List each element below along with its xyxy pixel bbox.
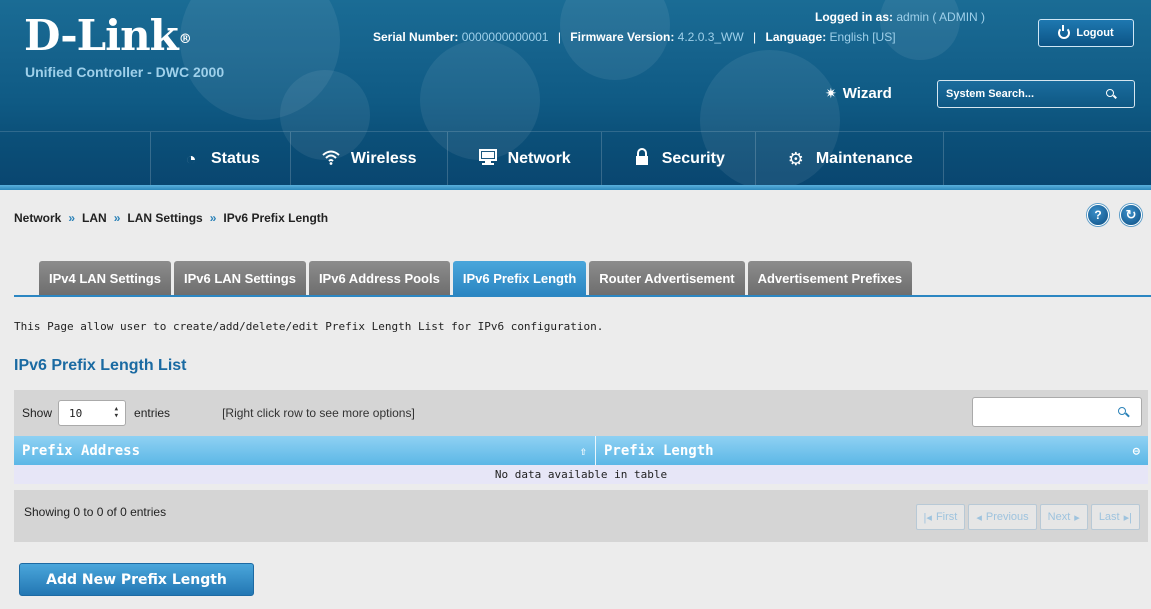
wizard-label: Wizard <box>842 85 892 102</box>
entries-select-value: 10 <box>69 406 83 420</box>
tab-ipv6-lan-settings[interactable]: IPv6 LAN Settings <box>173 261 306 295</box>
tab-ipv4-lan-settings[interactable]: IPv4 LAN Settings <box>39 261 171 295</box>
language-value[interactable]: English [US] <box>830 30 896 44</box>
list-title: IPv6 Prefix Length List <box>14 357 187 374</box>
last-page-button[interactable]: Last ▸| <box>1090 504 1140 530</box>
logged-label: Logged in as: <box>815 10 893 24</box>
serial-value: 0000000000001 <box>461 30 549 44</box>
sort-icon: ⊖ <box>1132 443 1140 458</box>
gauge-icon: ◔ <box>185 148 197 169</box>
last-label: Last <box>1098 511 1120 523</box>
page-description: This Page allow user to create/add/delet… <box>14 320 604 333</box>
previous-page-button[interactable]: ◂ Previous <box>968 504 1037 530</box>
help-icon[interactable]: ? <box>1087 204 1109 226</box>
nav-label: Security <box>661 150 725 167</box>
next-page-button[interactable]: Next ▸ <box>1039 504 1088 530</box>
previous-icon: ◂ <box>976 511 982 524</box>
previous-label: Previous <box>985 511 1029 523</box>
next-label: Next <box>1047 511 1071 523</box>
nav-maintenance[interactable]: ⚙ Maintenance <box>754 132 944 185</box>
tab-underline <box>14 295 1151 297</box>
nav-wireless[interactable]: Wireless <box>289 132 447 185</box>
serial-label: Serial Number: <box>373 30 459 44</box>
breadcrumb-lan[interactable]: LAN <box>82 211 107 225</box>
wizard-link[interactable]: ✷ Wizard <box>825 85 892 102</box>
add-new-prefix-length-button[interactable]: Add New Prefix Length <box>19 563 254 596</box>
logged-in-info: Logged in as: admin ( ADMIN ) <box>815 10 985 24</box>
tab-router-advertisement[interactable]: Router Advertisement <box>589 261 745 295</box>
tab-ipv6-address-pools[interactable]: IPv6 Address Pools <box>308 261 450 295</box>
breadcrumb-lan-settings[interactable]: LAN Settings <box>127 211 202 225</box>
monitor-icon <box>478 148 498 170</box>
tab-advertisement-prefixes[interactable]: Advertisement Prefixes <box>747 261 913 295</box>
tab-ipv6-prefix-length[interactable]: IPv6 Prefix Length <box>452 261 587 295</box>
power-icon <box>1058 25 1071 39</box>
column-label: Prefix Address <box>22 442 141 459</box>
nav-security[interactable]: Security <box>600 132 755 185</box>
entries-select[interactable]: 10 ▴ ▾ <box>58 400 127 426</box>
firmware-label: Firmware Version: <box>570 30 675 44</box>
column-prefix-length[interactable]: Prefix Length ⊖ <box>596 436 1148 465</box>
refresh-icon[interactable]: ↻ <box>1120 204 1142 226</box>
table-footer: Showing 0 to 0 of 0 entries |◂ First ◂ Pre… <box>14 490 1148 542</box>
nav-label: Network <box>507 150 571 167</box>
wifi-icon <box>321 149 341 170</box>
logged-user: admin ( ADMIN ) <box>896 10 986 24</box>
breadcrumb-separator: » <box>113 211 121 225</box>
brand-logo[interactable]: D-Link® <box>24 11 192 60</box>
showing-entries: Showing 0 to 0 of 0 entries <box>24 505 167 519</box>
right-click-hint: [Right click row to see more options] <box>222 406 415 420</box>
brand-text: D-Link <box>24 11 179 60</box>
info-separator: | <box>557 30 561 44</box>
search-icon[interactable] <box>1118 406 1129 418</box>
breadcrumb-network[interactable]: Network <box>14 211 61 225</box>
nav-status[interactable]: ◔ Status <box>150 132 290 185</box>
pagination: |◂ First ◂ Previous Next ▸ Last ▸| <box>915 504 1140 530</box>
breadcrumb: Network » LAN » LAN Settings » IPv6 Prefix Len… <box>14 211 328 225</box>
app-header: D-Link® Unified Controller - DWC 2000 Se… <box>0 0 1151 185</box>
breadcrumb-separator: » <box>68 211 76 225</box>
table-toolbar: Show 10 ▴ ▾ entries [Right click row to s… <box>14 390 1148 436</box>
nav-underline <box>0 185 1151 190</box>
device-info: Serial Number: 0000000000001 | Firmware … <box>373 30 896 44</box>
main-nav: ◔ Status Wireless Network Security ⚙ Mai… <box>0 131 1151 185</box>
gears-icon: ⚙ <box>787 148 804 169</box>
system-search-input[interactable] <box>946 88 1106 100</box>
nav-label: Maintenance <box>815 150 913 167</box>
nav-network[interactable]: Network <box>446 132 601 185</box>
column-label: Prefix Length <box>604 442 714 459</box>
logout-label: Logout <box>1076 27 1114 39</box>
breadcrumb-separator: » <box>209 211 217 225</box>
search-icon[interactable] <box>1106 89 1116 99</box>
empty-table-row: No data available in table <box>14 465 1148 484</box>
brand-mark: ® <box>178 32 192 47</box>
logout-button[interactable]: Logout <box>1038 19 1134 47</box>
firmware-value: 4.2.0.3_WW <box>677 30 744 44</box>
first-icon: |◂ <box>923 511 932 524</box>
system-search[interactable] <box>937 80 1135 108</box>
info-separator: | <box>753 30 757 44</box>
nav-label: Wireless <box>350 150 417 167</box>
last-icon: ▸| <box>1123 511 1132 524</box>
lock-icon <box>632 147 652 171</box>
column-prefix-address[interactable]: Prefix Address ⇧ <box>14 436 596 465</box>
first-page-button[interactable]: |◂ First <box>915 504 966 530</box>
table-search-input[interactable] <box>979 402 1119 422</box>
table-header: Prefix Address ⇧ Prefix Length ⊖ <box>14 436 1148 465</box>
breadcrumb-current: IPv6 Prefix Length <box>223 211 329 225</box>
nav-label: Status <box>211 150 260 167</box>
entries-label: entries <box>134 406 171 420</box>
updown-icon: ▴ ▾ <box>113 404 120 421</box>
language-label: Language: <box>765 30 827 44</box>
magic-wand-icon: ✷ <box>825 85 837 101</box>
sort-up-icon: ⇧ <box>579 443 587 458</box>
table-search[interactable] <box>972 397 1142 427</box>
first-label: First <box>935 511 958 523</box>
next-icon: ▸ <box>1074 511 1080 524</box>
product-name: Unified Controller - DWC 2000 <box>25 64 225 80</box>
show-label: Show <box>22 406 53 420</box>
lan-settings-tabs: IPv4 LAN Settings IPv6 LAN Settings IPv6… <box>39 261 913 295</box>
